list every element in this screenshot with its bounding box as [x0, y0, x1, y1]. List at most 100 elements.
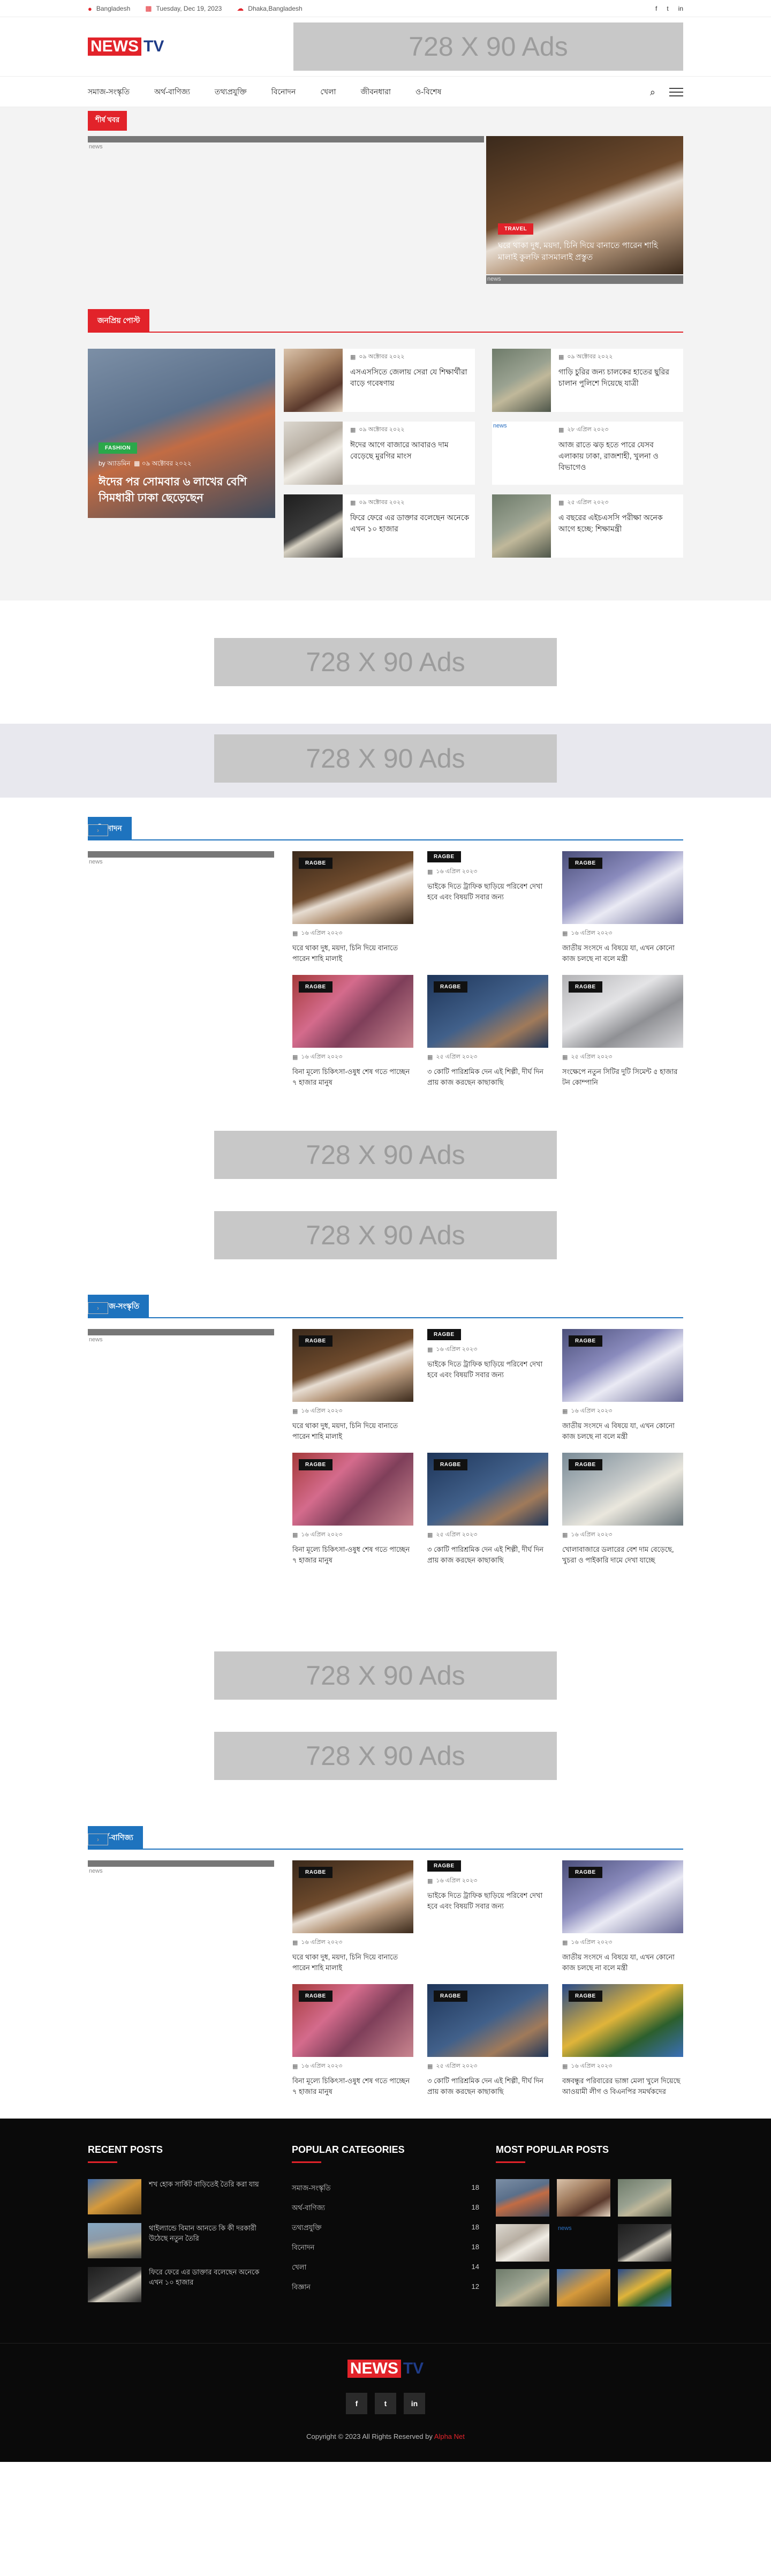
- twitter-icon[interactable]: t: [667, 5, 668, 12]
- footer-post[interactable]: শখ হোক সার্কিট বাড়িতেই তৈরি করা যায়: [88, 2179, 275, 2214]
- popular-title[interactable]: গাড়ি চুরির জন্য চালকের হাতের ছুরির চালা…: [558, 366, 678, 389]
- nav-item-entertainment[interactable]: বিনোদন: [271, 86, 296, 99]
- news-card[interactable]: RAGBE ▦ ১৬ এপ্রিল ২০২৩ ঘরে থাকা দুধ, ময়দা,…: [292, 1860, 413, 1973]
- ad-banner[interactable]: 728 X 90 Ads: [214, 1131, 557, 1179]
- popular-item[interactable]: ▦ ০৯ অক্টোবর ২০২২ গাড়ি চুরির জন্য চালকের…: [492, 349, 683, 412]
- search-icon[interactable]: ⌕: [650, 87, 655, 98]
- news-card[interactable]: RAGBE ▦ ১৬ এপ্রিল ২০২৩ ঘরে থাকা দুধ, ময়দা,…: [292, 851, 413, 964]
- popular-item[interactable]: ▦ ০৯ অক্টোবর ২০২২ ফিরে ফেরে এর ডাক্তার বল…: [284, 494, 475, 558]
- lead-main-image[interactable]: news: [88, 136, 484, 284]
- section-main-image[interactable]: news: [88, 1329, 274, 1343]
- news-card[interactable]: RAGBE ▦ ১৬ এপ্রিল ২০২৩ ভাইকে দিতে ট্রাফিক ছ…: [427, 1329, 548, 1442]
- facebook-icon[interactable]: f: [346, 2393, 367, 2414]
- popular-item[interactable]: ▦ ০৯ অক্টোবর ২০২২ ঈদের আগে বাজারে আবারও দ…: [284, 422, 475, 485]
- news-card[interactable]: RAGBE ▦ ১৬ এপ্রিল ২০২৩ জাতীয় সংসদে এ বিষয়…: [562, 1860, 683, 1973]
- footer-post[interactable]: ফিরে ফেরে এর ডাক্তার বলেছেন অনেকে এখন ১০…: [88, 2267, 275, 2302]
- calendar-icon: ▦: [558, 500, 564, 506]
- category-link[interactable]: সমাজ-সংস্কৃতি 18: [292, 2179, 479, 2199]
- ad-banner[interactable]: 728 X 90 Ads: [214, 734, 557, 783]
- weather-text: Dhaka,Bangladesh: [248, 5, 303, 12]
- news-card[interactable]: RAGBE ▦ ২৫ এপ্রিল ২০২৩ ৩ কোটি পারিশ্রমিক দে…: [427, 975, 548, 1088]
- news-card[interactable]: RAGBE ▦ ১৬ এপ্রিল ২০২৩ ঘরে থাকা দুধ, ময়দা,…: [292, 1329, 413, 1442]
- footer-gallery-image[interactable]: [496, 2269, 549, 2307]
- popular-item[interactable]: ▦ ০৯ অক্টোবর ২০২২ এসএসসিতে জেলায় সেরা যে…: [284, 349, 475, 412]
- news-card[interactable]: RAGBE ▦ ১৬ এপ্রিল ২০২৩ খোলাবাজারে ডলারের বে…: [562, 1453, 683, 1566]
- news-card[interactable]: RAGBE ▦ ২৫ এপ্রিল ২০২৩ ৩ কোটি পারিশ্রমিক দে…: [427, 1984, 548, 2097]
- footer-categories: POPULAR CATEGORIES সমাজ-সংস্কৃতি 18 অর্থ-…: [292, 2144, 479, 2311]
- popular-big-card[interactable]: FASHION by অ্যাডমিন ▦ ০৯ অক্টোবর ২০২২ ঈদ…: [88, 349, 275, 518]
- news-card[interactable]: RAGBE ▦ ২৫ এপ্রিল ২০২৩ ৩ কোটি পারিশ্রমিক দে…: [427, 1453, 548, 1566]
- nav-item-technology[interactable]: তথ্যপ্রযুক্তি: [215, 86, 247, 99]
- card-title[interactable]: ঘরে থাকা দুধ, ময়দা, চিনি দিয়ে বানাতে প…: [498, 240, 671, 264]
- popular-item[interactable]: news ▦ ২৮ এপ্রিল ২০২৩ আজ রাতে ঝড় হতে পার…: [492, 422, 683, 485]
- main-nav: সমাজ-সংস্কৃতি অর্থ-বাণিজ্য তথ্যপ্রযুক্তি…: [0, 76, 771, 107]
- lead-side-image-2[interactable]: news: [486, 275, 683, 284]
- category-link[interactable]: বিজ্ঞান 12: [292, 2278, 479, 2298]
- ad-banner[interactable]: 728 X 90 Ads: [214, 1732, 557, 1780]
- news-card[interactable]: RAGBE ▦ ১৬ এপ্রিল ২০২৩ বিনা মূল্যে চিকিৎসা-…: [292, 1453, 413, 1566]
- header-ad-banner[interactable]: 728 X 90 Ads: [293, 22, 683, 71]
- category-link[interactable]: বিনোদন 18: [292, 2239, 479, 2258]
- popular-title[interactable]: আজ রাতে ঝড় হতে পারে যেসব এলাকায় ঢাকা, …: [558, 439, 678, 473]
- card-tag[interactable]: FASHION: [99, 442, 137, 454]
- news-card[interactable]: RAGBE ▦ ১৬ এপ্রিল ২০২৩ বঙ্গবন্ধুর পরিবারের …: [562, 1984, 683, 2097]
- nav-item-society[interactable]: সমাজ-সংস্কৃতি: [88, 86, 130, 99]
- news-card[interactable]: RAGBE ▦ ১৬ এপ্রিল ২০২৩ জাতীয় সংসদে এ বিষয়…: [562, 1329, 683, 1442]
- facebook-icon[interactable]: f: [655, 5, 657, 12]
- popular-title[interactable]: ফিরে ফেরে এর ডাক্তার বলেছেন অনেকে এখন ১০…: [350, 512, 470, 535]
- site-logo[interactable]: NEWS TV: [88, 37, 164, 56]
- news-card[interactable]: RAGBE ▦ ১৬ এপ্রিল ২০২৩ জাতীয় সংসদে এ বিষয়…: [562, 851, 683, 964]
- menu-icon[interactable]: [669, 85, 683, 99]
- twitter-icon[interactable]: t: [375, 2393, 396, 2414]
- footer-post[interactable]: থাইল্যান্ডে বিমান আনতে কি কী দরকারী উঠেছ…: [88, 2223, 275, 2258]
- footer-popular-posts: MOST POPULAR POSTS news: [496, 2144, 683, 2311]
- news-card[interactable]: RAGBE ▦ ১৬ এপ্রিল ২০২৩ বিনা মূল্যে চিকিৎসা-…: [292, 1984, 413, 2097]
- section-main-image[interactable]: news: [88, 1860, 274, 1874]
- footer-gallery-image[interactable]: [496, 2179, 549, 2217]
- calendar-icon: ▦: [562, 930, 568, 937]
- ad-banner[interactable]: 728 X 90 Ads: [214, 1651, 557, 1700]
- news-card[interactable]: RAGBE ▦ ২৫ এপ্রিল ২০২৩ সংক্ষেপে নতুন সিটির …: [562, 975, 683, 1088]
- next-arrow-icon[interactable]: ›: [88, 824, 108, 836]
- category-link[interactable]: তথ্যপ্রযুক্তি 18: [292, 2219, 479, 2239]
- section-main-image[interactable]: news: [88, 851, 274, 865]
- ad-banner[interactable]: 728 X 90 Ads: [214, 1211, 557, 1259]
- footer-heading: RECENT POSTS: [88, 2144, 275, 2163]
- category-link[interactable]: অর্থ-বাণিজ্য 18: [292, 2199, 479, 2219]
- news-card[interactable]: RAGBE ▦ ১৬ এপ্রিল ২০২৩ ভাইকে দিতে ট্রাফিক ছ…: [427, 851, 548, 964]
- linkedin-icon[interactable]: in: [404, 2393, 425, 2414]
- news-card[interactable]: RAGBE ▦ ১৬ এপ্রিল ২০২৩ ভাইকে দিতে ট্রাফিক ছ…: [427, 1860, 548, 1973]
- popular-title[interactable]: এসএসসিতে জেলায় সেরা যে শিক্ষার্থীরা বাড…: [350, 366, 470, 389]
- footer-gallery-image[interactable]: [618, 2224, 671, 2262]
- footer-gallery-image[interactable]: [496, 2224, 549, 2262]
- popular-item[interactable]: ▦ ২৫ এপ্রিল ২০২৩ এ বছরের এইচএসসি পরীক্ষা …: [492, 494, 683, 558]
- card-title[interactable]: ঈদের পর সোমবার ৬ লাখের বেশি সিমধারী ঢাকা…: [99, 474, 264, 506]
- nav-item-lifestyle[interactable]: জীবনধারা: [361, 86, 391, 99]
- popular-title[interactable]: ঈদের আগে বাজারে আবারও দাম বেড়েছে মুরগির…: [350, 439, 470, 462]
- next-arrow-icon[interactable]: ›: [88, 1302, 108, 1314]
- footer-gallery-image[interactable]: [618, 2269, 671, 2307]
- location-pin-icon: ●: [88, 4, 92, 13]
- ad-banner[interactable]: 728 X 90 Ads: [214, 638, 557, 686]
- linkedin-icon[interactable]: in: [678, 5, 683, 12]
- lead-side-card[interactable]: TRAVEL ঘরে থাকা দুধ, ময়দা, চিনি দিয়ে ব…: [486, 136, 683, 274]
- nav-item-special[interactable]: ও-বিশেষ: [415, 86, 441, 99]
- footer-gallery-image[interactable]: [557, 2179, 610, 2217]
- news-card[interactable]: RAGBE ▦ ১৬ এপ্রিল ২০২৩ বিনা মূল্যে চিকিৎসা-…: [292, 975, 413, 1088]
- footer-gallery-image[interactable]: [557, 2269, 610, 2307]
- section-entertainment: বিনোদন › news RAGBE ▦ ১৬ এপ্রিল ২০২৩ ঘরে থা…: [0, 798, 771, 1109]
- popular-title[interactable]: এ বছরের এইচএসসি পরীক্ষা অনেক আগে হচ্ছে: …: [558, 512, 678, 535]
- category-link[interactable]: খেলা 14: [292, 2258, 479, 2278]
- calendar-icon: ▦: [562, 1940, 568, 1946]
- next-arrow-icon[interactable]: ›: [88, 1834, 108, 1845]
- location-text: Bangladesh: [96, 5, 131, 12]
- footer-gallery-image[interactable]: [618, 2179, 671, 2217]
- card-tag[interactable]: TRAVEL: [498, 223, 534, 235]
- nav-item-sports[interactable]: খেলা: [320, 86, 336, 99]
- footer-gallery-image-broken[interactable]: news: [557, 2224, 610, 2262]
- nav-item-economy[interactable]: অর্থ-বাণিজ্য: [154, 86, 190, 99]
- footer-logo[interactable]: NEWS TV: [0, 2360, 771, 2378]
- location-info: ● Bangladesh: [88, 5, 130, 13]
- copyright-brand-link[interactable]: Alpha Net: [434, 2432, 465, 2440]
- lead-region: শীর্ষ খবর news TRAVEL ঘরে থাকা দুধ, ময়দ…: [0, 107, 771, 600]
